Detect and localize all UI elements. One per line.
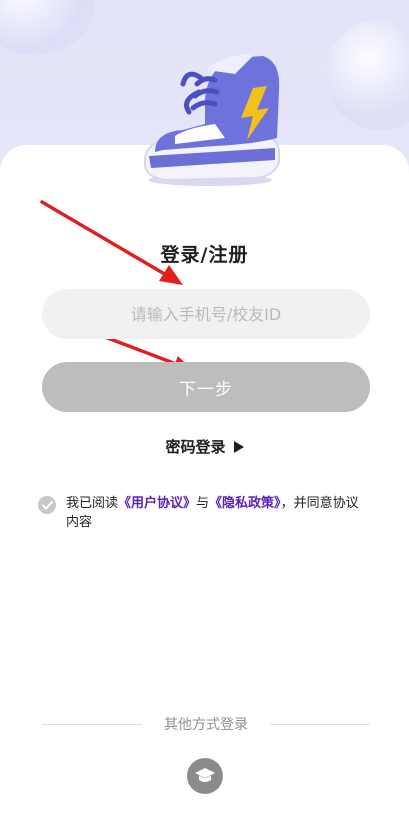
other-login-label: 其他方式登录 bbox=[164, 717, 248, 733]
divider-line-right bbox=[270, 723, 370, 725]
decorative-bubble-left bbox=[0, 0, 95, 55]
play-triangle-icon bbox=[233, 440, 244, 453]
alumni-login-button[interactable] bbox=[187, 758, 223, 794]
next-step-button[interactable]: 下一步 bbox=[42, 362, 370, 412]
agreement-checkbox[interactable] bbox=[38, 496, 56, 514]
login-screen: 登录/注册 下一步 密码登录 我已阅读《用户协议》与《隐私政策》，并同意协议内容… bbox=[0, 0, 409, 829]
agreement-text: 我已阅读《用户协议》与《隐私政策》，并同意协议内容 bbox=[66, 494, 368, 532]
user-agreement-link[interactable]: 《用户协议》 bbox=[118, 496, 196, 511]
shoe-illustration bbox=[144, 54, 280, 186]
agreement-row: 我已阅读《用户协议》与《隐私政策》，并同意协议内容 bbox=[38, 494, 368, 532]
decorative-bubble-right bbox=[325, 20, 409, 130]
password-login-label: 密码登录 bbox=[165, 438, 226, 456]
agreement-connector: 与 bbox=[196, 496, 210, 511]
divider-line-left bbox=[42, 723, 142, 725]
password-login-link[interactable]: 密码登录 bbox=[0, 436, 409, 457]
graduation-cap-icon bbox=[195, 768, 215, 782]
check-icon bbox=[41, 500, 53, 509]
agreement-prefix: 我已阅读 bbox=[66, 496, 119, 511]
phone-input[interactable] bbox=[42, 289, 370, 339]
privacy-policy-link[interactable]: 《隐私政策》 bbox=[209, 496, 281, 511]
other-login-divider: 其他方式登录 bbox=[42, 714, 370, 734]
page-title: 登录/注册 bbox=[160, 244, 249, 266]
